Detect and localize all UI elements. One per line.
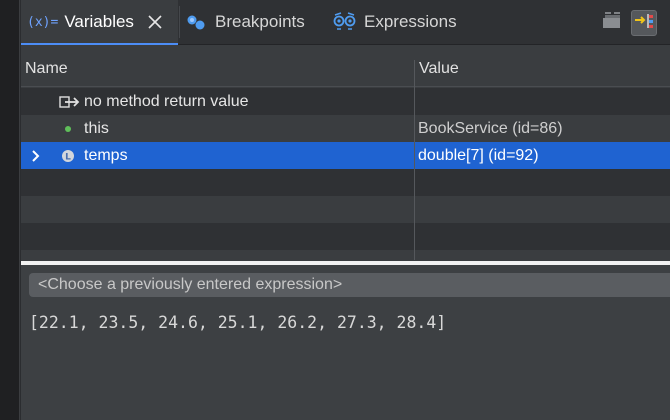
empty-row bbox=[21, 223, 670, 250]
tab-breakpoints[interactable]: Breakpoints bbox=[185, 0, 305, 44]
show-logical-structure-button[interactable] bbox=[631, 10, 657, 36]
view-tab-bar: (x)= Variables Breakpoints Expressions bbox=[21, 0, 670, 45]
left-editor-gutter bbox=[0, 0, 20, 420]
collapse-all-button[interactable] bbox=[599, 10, 625, 36]
tab-variables[interactable]: (x)= Variables bbox=[21, 0, 178, 45]
row-name: temps bbox=[84, 146, 128, 164]
row-name: this bbox=[84, 119, 109, 137]
debug-view-root: (x)= Variables Breakpoints Expressions N… bbox=[0, 0, 670, 420]
gutter-divider bbox=[19, 0, 20, 420]
tab-separator bbox=[179, 6, 180, 38]
variables-tree: no method return value this BookService … bbox=[21, 88, 670, 260]
tab-expressions[interactable]: Expressions bbox=[332, 0, 457, 44]
column-header-name[interactable]: Name bbox=[25, 52, 68, 86]
expression-history-placeholder: <Choose a previously entered expression> bbox=[38, 276, 343, 293]
tab-breakpoints-label: Breakpoints bbox=[215, 12, 305, 31]
variables-panel: (x)= Variables Breakpoints Expressions N… bbox=[21, 0, 670, 420]
collapse-all-icon bbox=[601, 11, 623, 36]
local-variable-icon: L bbox=[60, 142, 76, 169]
svg-text:L: L bbox=[65, 152, 71, 162]
variables-table-header: Name Value bbox=[21, 52, 670, 87]
show-logical-structure-icon bbox=[633, 11, 655, 36]
tab-variables-label: Variables bbox=[64, 12, 134, 31]
column-divider[interactable] bbox=[414, 60, 415, 260]
tab-expressions-label: Expressions bbox=[364, 12, 457, 31]
empty-row bbox=[21, 169, 670, 196]
field-dot-icon bbox=[63, 115, 73, 142]
row-value: BookService (id=86) bbox=[418, 119, 563, 137]
detail-value-text[interactable]: [22.1, 23.5, 24.6, 25.1, 26.2, 27.3, 28.… bbox=[29, 313, 446, 332]
row-name: no method return value bbox=[84, 92, 249, 110]
expression-history-combo[interactable]: <Choose a previously entered expression> bbox=[29, 273, 670, 297]
variables-icon: (x)= bbox=[27, 14, 59, 30]
table-row[interactable]: this BookService (id=86) bbox=[21, 115, 670, 142]
breakpoints-icon bbox=[185, 13, 209, 31]
chevron-right-icon[interactable] bbox=[29, 142, 43, 169]
detail-pane: <Choose a previously entered expression>… bbox=[21, 265, 670, 420]
row-value: double[7] (id=92) bbox=[418, 146, 539, 164]
table-row[interactable]: no method return value bbox=[21, 88, 670, 115]
method-return-icon bbox=[59, 88, 81, 115]
close-icon[interactable] bbox=[146, 13, 164, 31]
empty-row bbox=[21, 196, 670, 223]
expressions-icon bbox=[332, 12, 358, 32]
column-header-value[interactable]: Value bbox=[419, 52, 459, 86]
table-row[interactable]: L temps double[7] (id=92) bbox=[21, 142, 670, 169]
